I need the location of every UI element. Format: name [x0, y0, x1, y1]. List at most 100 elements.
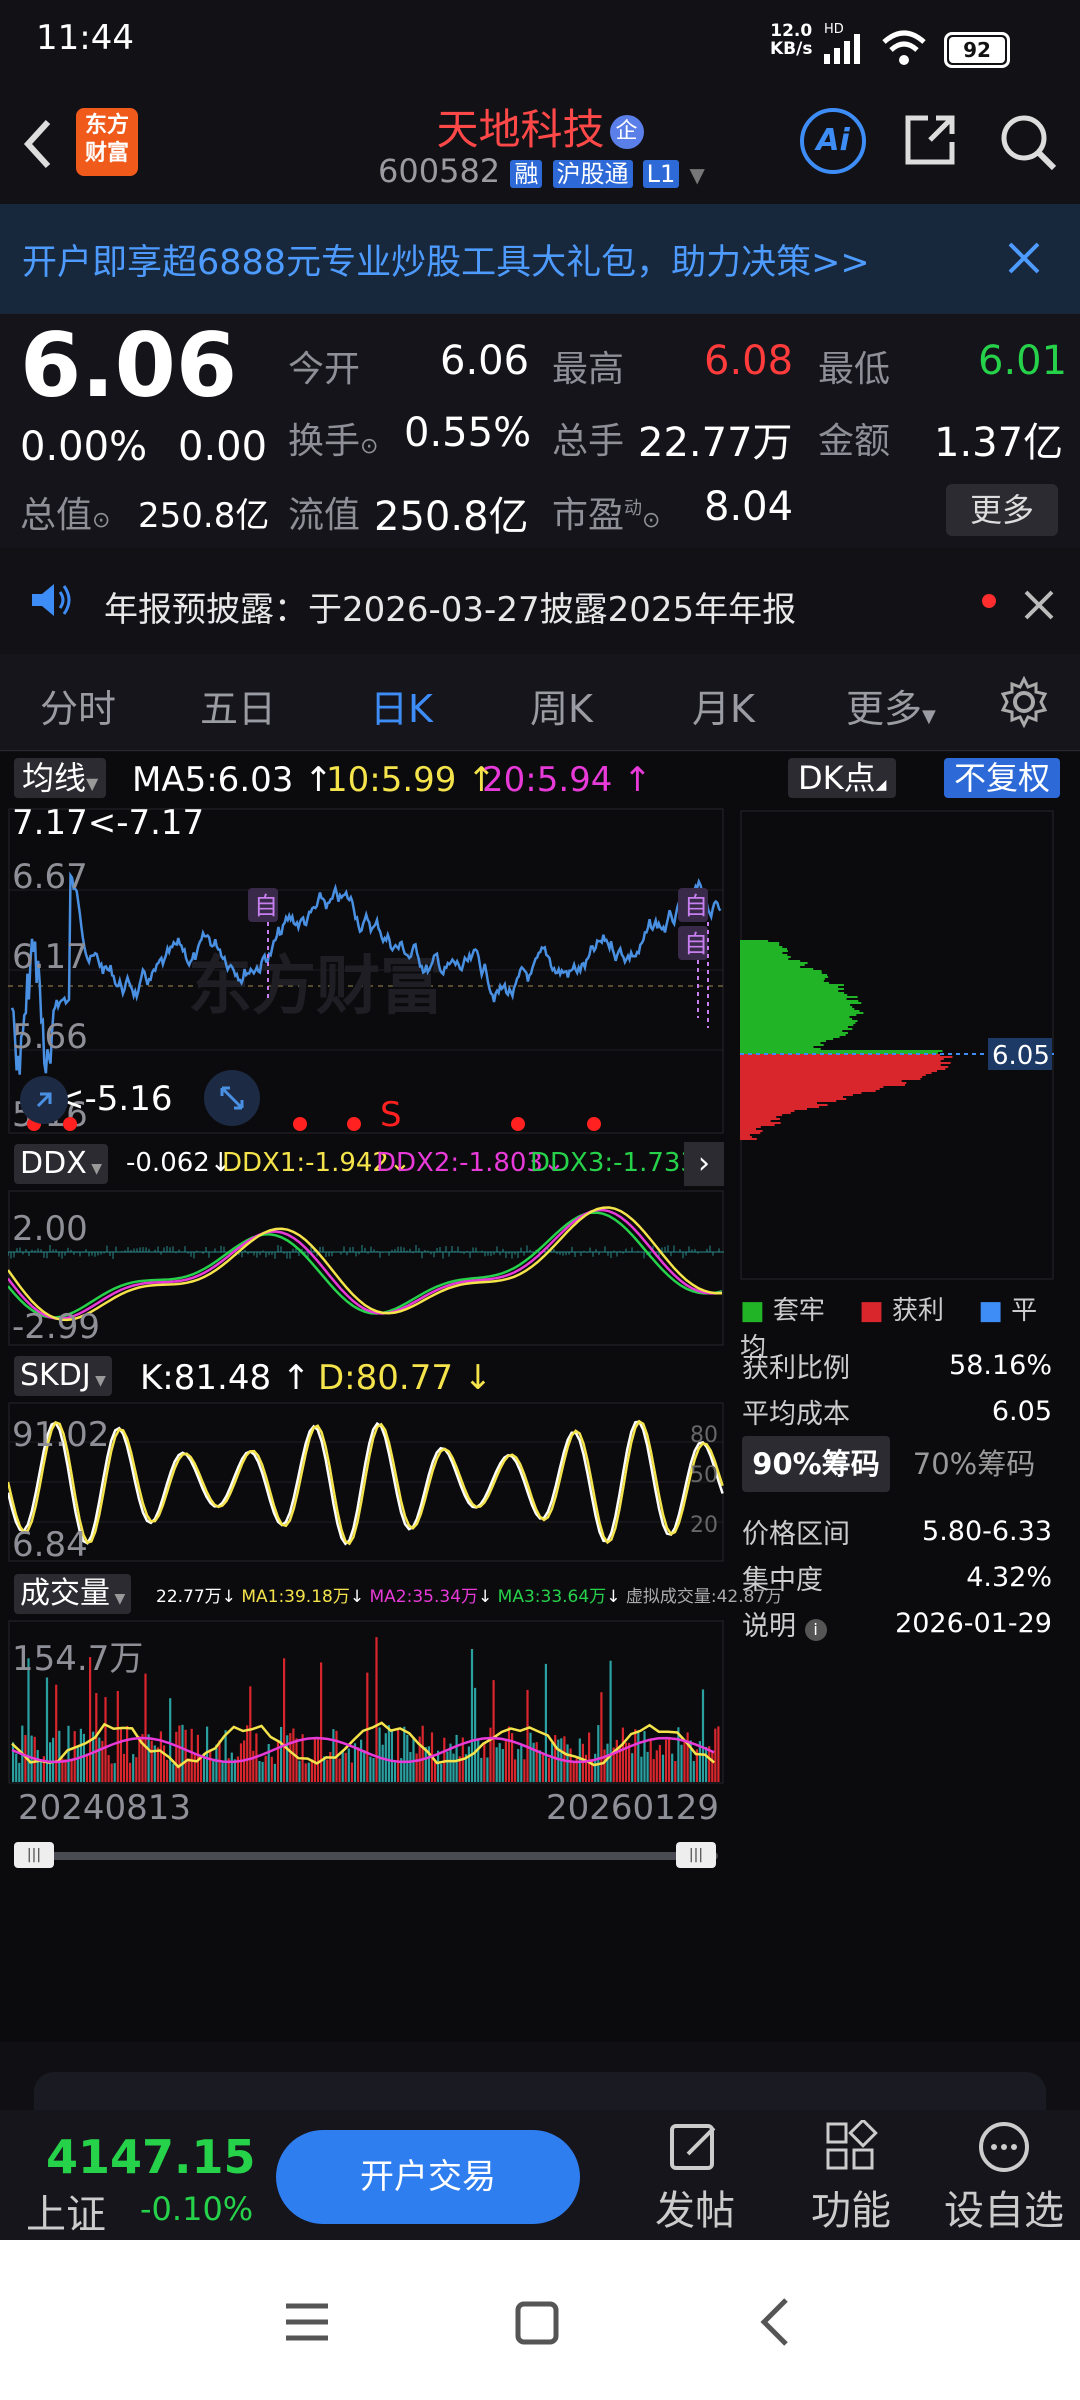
- volume-bar: [504, 1741, 507, 1782]
- ai-button[interactable]: Ai: [800, 108, 866, 174]
- volume-bar: [344, 1752, 347, 1782]
- tab-weekly-k[interactable]: 周K: [530, 678, 593, 733]
- volume-bar: [597, 1725, 600, 1782]
- close-icon[interactable]: [1022, 588, 1056, 622]
- index-name[interactable]: 上证: [26, 2182, 106, 2240]
- chip-bar: [740, 1040, 826, 1042]
- tab-five-day[interactable]: 五日: [200, 678, 276, 733]
- share-icon[interactable]: [900, 110, 960, 170]
- chip-bar: [740, 994, 848, 996]
- chip-tab-90[interactable]: 90%筹码: [742, 1436, 890, 1492]
- skdj-selector[interactable]: SKDJ ▼: [14, 1356, 112, 1396]
- pe-value: 8.04: [704, 484, 794, 530]
- signal-icon: [824, 34, 860, 64]
- chip-bar: [740, 948, 787, 950]
- volume-bar: [686, 1732, 689, 1782]
- ma-selector[interactable]: 均线▼: [14, 758, 107, 798]
- volume-chart[interactable]: 154.7万: [8, 1620, 724, 1784]
- stock-name: 天地科技: [436, 105, 605, 154]
- post-button[interactable]: 发帖: [640, 2120, 750, 2236]
- volume-bar: [470, 1649, 474, 1782]
- chip-bar: [740, 954, 788, 956]
- tab-daily-k[interactable]: 日K: [370, 678, 433, 733]
- more-button[interactable]: 更多: [946, 484, 1058, 536]
- range-handle-right[interactable]: |||: [676, 1842, 716, 1868]
- self-marker-1[interactable]: 自: [254, 892, 278, 920]
- ddx-value: -0.062↓: [126, 1148, 232, 1178]
- function-button[interactable]: 功能: [796, 2118, 906, 2236]
- tab-intraday[interactable]: 分时: [40, 678, 116, 733]
- volume-bar: [615, 1739, 618, 1782]
- volume-bar: [162, 1745, 166, 1782]
- volume-selector[interactable]: 成交量 ▼: [14, 1574, 132, 1614]
- home-icon[interactable]: [512, 2298, 562, 2348]
- chip-bar: [740, 940, 769, 942]
- ddx-selector[interactable]: DDX ▼: [14, 1144, 108, 1184]
- quote-panel: 6.06 0.00% 0.00 今开 6.06 最高 6.08 最低 6.01 …: [0, 314, 1080, 548]
- volume-bar: [551, 1743, 554, 1782]
- volume-bar: [360, 1739, 363, 1782]
- more-dots-icon: [979, 2122, 1029, 2172]
- watchlist-button[interactable]: 设自选: [934, 2120, 1074, 2236]
- close-icon[interactable]: [1004, 238, 1044, 278]
- volume-bar: [326, 1759, 329, 1782]
- tab-monthly-k[interactable]: 月K: [692, 678, 755, 733]
- volume-bar: [671, 1753, 674, 1782]
- self-marker-3[interactable]: 自: [684, 930, 708, 958]
- turnover-label[interactable]: 换手⊙: [288, 412, 378, 464]
- tab-more[interactable]: 更多▼: [846, 678, 936, 733]
- volume-y-top: 154.7万: [12, 1639, 143, 1679]
- chevron-right-icon[interactable]: ›: [684, 1142, 724, 1186]
- promo-banner[interactable]: 开户即享超6888元专业炒股工具大礼包，助力决策>>: [0, 204, 1080, 314]
- bottom-toolbar: 4147.15 上证 -0.10% 开户交易 发帖 功能 设自选: [0, 2110, 1080, 2240]
- self-marker-2[interactable]: 自: [684, 892, 708, 920]
- dk-button[interactable]: DK点◢: [788, 758, 897, 798]
- chip-distribution-chart[interactable]: 6.05: [740, 810, 1054, 1280]
- ddx-chart[interactable]: 2.00 -2.99: [8, 1190, 724, 1346]
- top-nav: 东方 财富 天地科技 企 600582 融 沪股通 L1 ▼ Ai: [0, 100, 1080, 204]
- volume-bar: [415, 1753, 418, 1782]
- volume-bar: [230, 1752, 233, 1782]
- volume-bar: [683, 1740, 686, 1782]
- volume-bar: [39, 1760, 42, 1782]
- last-price: 6.06: [20, 314, 238, 417]
- mktcap-label[interactable]: 总值⊙: [20, 486, 110, 538]
- volume-bar: [566, 1744, 569, 1782]
- volume-bar: [588, 1732, 591, 1782]
- volume-bar: [378, 1727, 381, 1782]
- chip-bar: [740, 982, 830, 984]
- skdj-chart[interactable]: 91.02 6.84 80 50 20: [8, 1402, 724, 1562]
- gear-icon[interactable]: [998, 676, 1050, 728]
- volume-bar: [341, 1751, 344, 1782]
- chip-bar: [740, 1132, 761, 1134]
- index-value[interactable]: 4147.15: [46, 2130, 256, 2184]
- stock-code: 600582: [378, 152, 501, 190]
- notice-bar[interactable]: 年报预披露：于2026-03-27披露2025年年报: [0, 548, 1080, 654]
- chip-bar: [740, 1082, 907, 1084]
- ai-assistant-card[interactable]: [34, 2072, 1046, 2112]
- chip-bar: [740, 950, 788, 952]
- search-icon[interactable]: [996, 110, 1060, 174]
- volume-bar: [224, 1730, 227, 1782]
- chip-tab-70[interactable]: 70%筹码: [900, 1436, 1048, 1492]
- volume-bar: [85, 1753, 89, 1782]
- volume-bar: [267, 1744, 270, 1782]
- amount-value: 1.37亿: [934, 420, 1064, 466]
- stock-code-row[interactable]: 600582 融 沪股通 L1 ▼: [378, 152, 705, 190]
- range-handle-left[interactable]: |||: [14, 1842, 54, 1868]
- chip-bar: [740, 1102, 817, 1104]
- volume-bar: [455, 1734, 458, 1782]
- rights-button[interactable]: 不复权: [944, 758, 1061, 798]
- chip-bar: [740, 1004, 851, 1006]
- volume-bar: [668, 1739, 671, 1782]
- menu-icon[interactable]: [282, 2300, 332, 2344]
- volume-bar: [36, 1750, 39, 1782]
- kline-chart[interactable]: 东方财富 7.17<-7.17 6.67 6.17 5.66 5.16 <-5.…: [8, 808, 724, 1134]
- pe-label[interactable]: 市盈动⊙: [552, 486, 660, 538]
- volume-bar: [320, 1662, 323, 1782]
- chip-bar: [740, 1110, 795, 1112]
- back-nav-icon[interactable]: [756, 2296, 796, 2348]
- volume-bar: [76, 1745, 79, 1782]
- trade-button[interactable]: 开户交易: [276, 2130, 580, 2224]
- range-slider-track[interactable]: [18, 1852, 718, 1860]
